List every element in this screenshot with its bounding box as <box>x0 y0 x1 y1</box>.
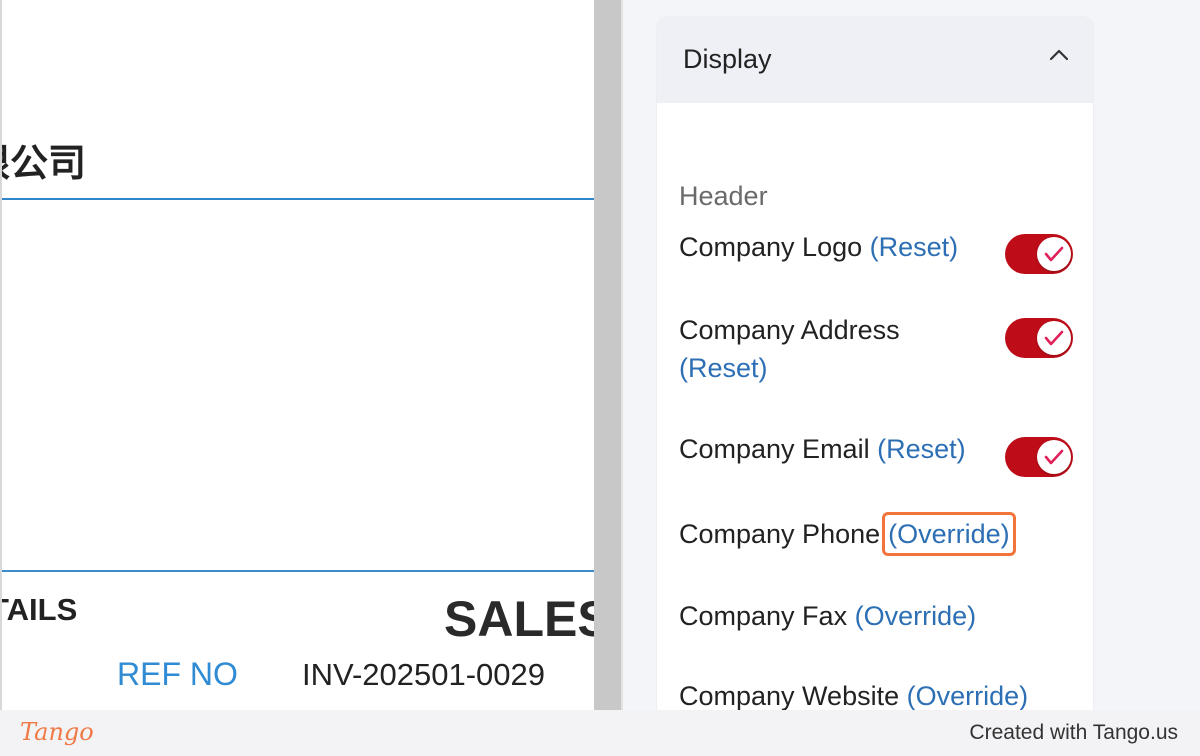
display-section-header[interactable]: Display <box>657 17 1093 103</box>
header-divider <box>2 198 594 200</box>
display-section-title: Display <box>683 44 772 74</box>
details-divider <box>2 570 594 572</box>
document-type-title: SALES <box>444 591 594 647</box>
company-fax-label: Company Fax <box>679 601 848 631</box>
toggle-knob <box>1037 237 1071 271</box>
display-settings-card: Display Header Company Logo (Reset) Comp… <box>657 17 1093 710</box>
toggle-knob <box>1037 321 1071 355</box>
company-address-row: Company Address (Reset) <box>679 311 900 387</box>
company-fax-override-link[interactable]: (Override) <box>855 601 977 631</box>
company-phone-override-link[interactable]: (Override) <box>882 512 1016 556</box>
chevron-up-icon[interactable] <box>1049 45 1069 65</box>
company-website-override-link[interactable]: (Override) <box>907 681 1029 710</box>
company-website-label: Company Website <box>679 681 900 710</box>
tango-credit: Created with Tango.us <box>969 721 1178 744</box>
company-email-toggle[interactable] <box>1005 437 1073 477</box>
check-icon <box>1044 330 1064 346</box>
details-heading: TAILS <box>2 592 78 627</box>
company-address-toggle[interactable] <box>1005 318 1073 358</box>
ref-no-value: INV-202501-0029 <box>302 657 546 692</box>
tango-logo: Tango <box>20 718 94 746</box>
company-logo-toggle[interactable] <box>1005 234 1073 274</box>
company-address-reset-link[interactable]: (Reset) <box>679 353 768 383</box>
invoice-preview: 限公司 TAILS SALES REF NO INV-202501-0029 <box>0 0 594 710</box>
tango-footer: Tango Created with Tango.us <box>0 710 1200 756</box>
pane-divider[interactable] <box>594 0 623 710</box>
company-website-row: Company Website (Override) <box>679 677 1028 710</box>
company-email-reset-link[interactable]: (Reset) <box>877 434 966 464</box>
company-logo-row: Company Logo (Reset) <box>679 228 958 266</box>
company-email-row: Company Email (Reset) <box>679 430 966 468</box>
company-name: 限公司 <box>2 143 87 185</box>
company-fax-row: Company Fax (Override) <box>679 597 976 635</box>
check-icon <box>1044 246 1064 262</box>
ref-no-label: REF NO <box>117 656 238 692</box>
check-icon <box>1044 449 1064 465</box>
company-address-label: Company Address <box>679 315 900 345</box>
header-section-label: Header <box>679 181 768 211</box>
company-logo-label: Company Logo <box>679 232 863 262</box>
company-logo-reset-link[interactable]: (Reset) <box>870 232 959 262</box>
company-phone-row: Company Phone (Override) <box>679 512 1016 556</box>
company-phone-label: Company Phone <box>679 519 881 549</box>
toggle-knob <box>1037 440 1071 474</box>
company-email-label: Company Email <box>679 434 870 464</box>
settings-panel: Display Header Company Logo (Reset) Comp… <box>623 0 1200 710</box>
